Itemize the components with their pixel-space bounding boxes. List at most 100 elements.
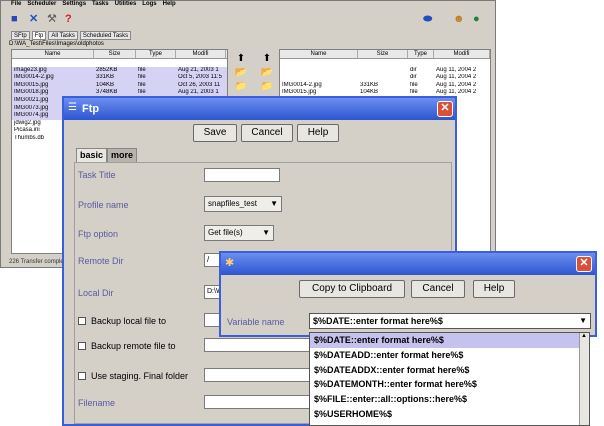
copy-to-clipboard-button[interactable]: Copy to Clipboard: [299, 280, 405, 298]
connect-icon[interactable]: ⬬: [423, 13, 432, 25]
tools-icon[interactable]: ⚒: [47, 13, 57, 25]
menu-utilities[interactable]: Utilities: [115, 1, 137, 11]
scroll-up-icon[interactable]: ▲: [581, 333, 587, 339]
menu-file[interactable]: File: [11, 1, 21, 11]
backup-remote-checkbox[interactable]: [78, 342, 86, 350]
filename-input[interactable]: [204, 395, 310, 409]
column-modified[interactable]: Modifi: [176, 50, 226, 58]
transfer-buttons-right: ⬆ 📂 📁: [257, 53, 277, 95]
menu-tasks[interactable]: Tasks: [92, 1, 109, 11]
cell-mod: [176, 59, 226, 67]
staging-folder-input[interactable]: [204, 368, 310, 382]
tab-basic[interactable]: basic: [76, 148, 108, 162]
table-header: Name Size Type Modifi: [12, 50, 227, 59]
table-row[interactable]: dir Aug 11, 2004 2: [280, 67, 490, 75]
variable-name-select[interactable]: $%DATE::enter format here%$ ▼: [309, 313, 591, 329]
cell-size: [358, 59, 408, 67]
folder-icon[interactable]: 📁: [257, 81, 277, 95]
column-name[interactable]: Name: [12, 50, 94, 58]
folder-icon[interactable]: 📂: [231, 67, 251, 81]
tab-sftp[interactable]: SFtp: [11, 31, 30, 40]
folder-icon[interactable]: 📁: [231, 81, 251, 95]
status-text: 226 Transfer complete: [9, 259, 69, 265]
help-button[interactable]: Help: [297, 124, 339, 142]
profile-name-select[interactable]: snapfiles_test ▼: [204, 196, 282, 212]
help-icon[interactable]: ?: [65, 13, 72, 25]
menu-help[interactable]: Help: [163, 1, 176, 11]
toolbar: ■ ✕ ⚒ ? ⬬ ☻ ●: [3, 11, 493, 29]
scrollbar[interactable]: ▲: [579, 333, 589, 425]
variable-dialog-titlebar[interactable]: [221, 253, 595, 275]
folder-icon[interactable]: 📂: [257, 67, 277, 81]
list-item[interactable]: $%USERHOME%$: [310, 407, 589, 422]
staging-checkbox[interactable]: [78, 372, 86, 380]
cell-size: [358, 67, 408, 75]
tab-more[interactable]: more: [107, 148, 138, 162]
task-title-input[interactable]: [204, 168, 280, 182]
tab-ftp[interactable]: Ftp: [31, 31, 47, 40]
profile-name-label: Profile name: [78, 200, 129, 210]
ftp-dialog-titlebar[interactable]: Ftp: [64, 98, 455, 120]
backup-remote-input[interactable]: [204, 338, 310, 352]
remote-dir-input[interactable]: /: [204, 253, 220, 267]
cancel-button[interactable]: Cancel: [411, 280, 465, 298]
table-row[interactable]: [280, 59, 490, 67]
list-item[interactable]: $%DATEADD::enter format here%$: [310, 348, 589, 363]
upload-icon[interactable]: ⬆: [231, 53, 251, 67]
backup-remote-checkbox-row[interactable]: Backup remote file to: [78, 341, 176, 351]
globe-icon[interactable]: ●: [473, 13, 480, 25]
cell-type: file: [138, 81, 146, 88]
cell-type: [408, 59, 434, 67]
column-name[interactable]: Name: [280, 50, 358, 58]
ftp-option-select[interactable]: Get file(s) ▼: [204, 225, 274, 241]
column-modified[interactable]: Modifi: [434, 50, 490, 58]
list-item[interactable]: $%FILE::enter::all::options::here%$: [310, 392, 589, 407]
close-icon[interactable]: ✕: [437, 101, 453, 117]
cancel-button[interactable]: Cancel: [241, 124, 293, 142]
menu-settings[interactable]: Settings: [62, 1, 86, 11]
backup-local-checkbox-row[interactable]: Backup local file to: [78, 316, 166, 326]
variable-dropdown-list[interactable]: $%DATE::enter format here%$ $%DATEADD::en…: [309, 332, 590, 426]
local-dir-input[interactable]: D:\W: [204, 285, 223, 299]
table-row[interactable]: [12, 59, 227, 67]
cell-name: [280, 67, 358, 75]
backup-local-checkbox[interactable]: [78, 317, 86, 325]
cell-type: file: [410, 81, 418, 88]
cell-type: dir: [410, 66, 417, 73]
upload-icon[interactable]: ⬆: [257, 53, 277, 67]
cell-mod: Oct 5, 2003 11:5: [178, 74, 222, 81]
staging-label: Use staging. Final folder: [91, 371, 189, 381]
tab-scheduled-tasks[interactable]: Scheduled Tasks: [79, 31, 132, 40]
cell-mod: Aug 21, 2003 1: [178, 66, 219, 73]
column-size[interactable]: Size: [94, 50, 136, 58]
table-row[interactable]: dir Aug 11, 2004 2: [280, 74, 490, 82]
table-row[interactable]: IMG0014-2.jpg 331KB file Aug 11, 2004 2: [280, 82, 490, 90]
close-icon[interactable]: ✕: [576, 256, 592, 272]
delete-icon[interactable]: ✕: [29, 13, 38, 25]
local-path: D:\WA_Test\Files\Images\oldphotos: [9, 41, 104, 47]
variable-name-label: Variable name: [227, 317, 285, 327]
help-button[interactable]: Help: [473, 280, 515, 298]
cell-mod: Aug 11, 2004 2: [436, 74, 477, 81]
backup-local-input[interactable]: [204, 313, 220, 327]
ftp-dialog-title: Ftp: [82, 103, 100, 115]
column-size[interactable]: Size: [358, 50, 408, 58]
menu-logs[interactable]: Logs: [142, 1, 156, 11]
table-row[interactable]: IMG0014-2.jpg 331KB file Oct 5, 2003 11:5: [12, 74, 227, 82]
list-item[interactable]: $%DATE::enter format here%$: [310, 333, 589, 348]
list-item[interactable]: $%DATEMONTH::enter format here%$: [310, 377, 589, 392]
tab-all-tasks[interactable]: All Tasks: [48, 31, 78, 40]
cell-name: IMG0015.jpg: [14, 81, 49, 88]
column-type[interactable]: Type: [136, 50, 176, 58]
cell-size: [94, 59, 136, 67]
user-icon[interactable]: ☻: [453, 13, 465, 25]
local-dir-label: Local Dir: [78, 288, 114, 298]
table-row[interactable]: image23.jpg 2852KB file Aug 21, 2003 1: [12, 66, 227, 75]
task-icon[interactable]: ■: [11, 13, 18, 25]
menu-scheduler[interactable]: Scheduler: [27, 1, 56, 11]
table-row[interactable]: IMG0015.jpg 104KB file Oct 26, 2003 11: [12, 81, 227, 90]
save-button[interactable]: Save: [193, 124, 237, 142]
list-item[interactable]: $%DATEADDX::enter format here%$: [310, 363, 589, 378]
staging-checkbox-row[interactable]: Use staging. Final folder: [78, 371, 188, 381]
column-type[interactable]: Type: [408, 50, 434, 58]
